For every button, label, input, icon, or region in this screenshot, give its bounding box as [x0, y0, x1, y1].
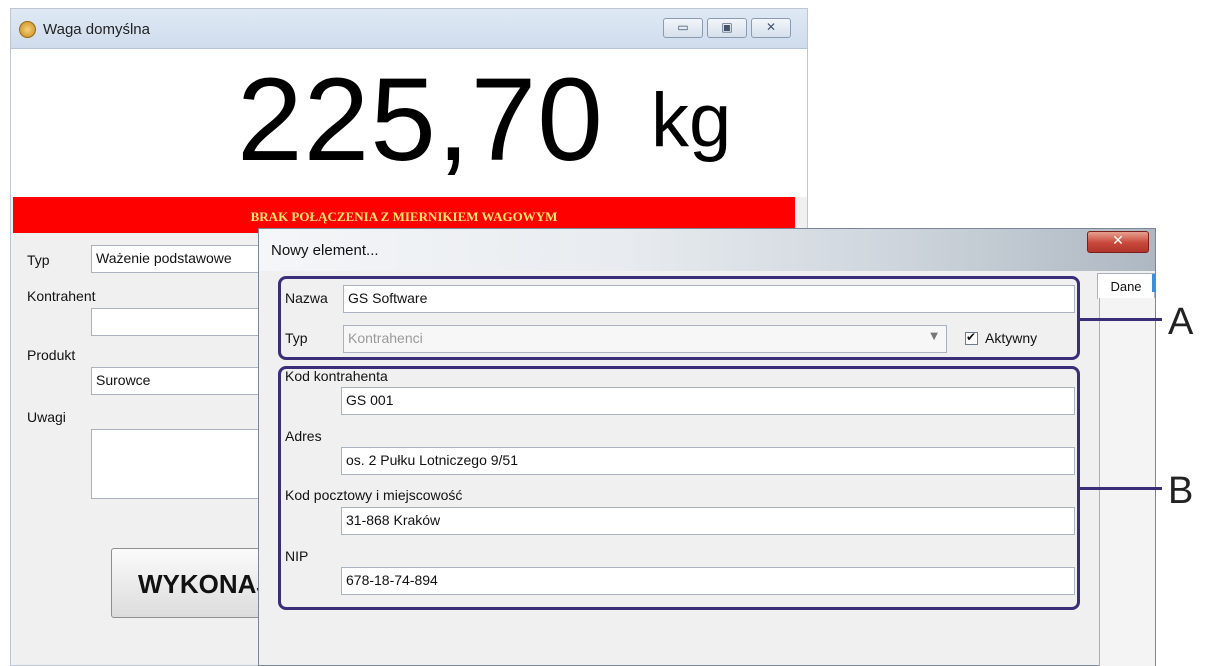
- uwagi-label: Uwagi: [27, 409, 66, 425]
- callout-box-a: [278, 276, 1080, 360]
- execute-button-label: WYKONAJ: [138, 569, 271, 599]
- maximize-button[interactable]: ▣: [707, 18, 747, 38]
- dialog-title: Nowy element...: [271, 242, 379, 259]
- connection-status-text: BRAK POŁĄCZENIA Z MIERNIKIEM WAGOWYM: [250, 209, 558, 224]
- close-icon: ✕: [765, 20, 777, 34]
- scale-window-titlebar[interactable]: Waga domyślna ▭ ▣ ✕: [11, 9, 807, 49]
- weight-unit: kg: [651, 78, 732, 163]
- kontrahent-field[interactable]: [91, 308, 271, 336]
- weight-value: 225,70: [237, 54, 604, 186]
- callout-label-b: B: [1168, 470, 1194, 512]
- tab-panel: [1099, 298, 1155, 666]
- scale-window-title: Waga domyślna: [43, 21, 150, 38]
- dialog-titlebar[interactable]: Nowy element... ✕: [259, 229, 1155, 271]
- close-icon: ✕: [1112, 233, 1124, 249]
- produkt-label: Produkt: [27, 347, 76, 363]
- maximize-icon: ▣: [721, 20, 733, 34]
- callout-line-a: [1080, 318, 1162, 321]
- close-button[interactable]: ✕: [751, 18, 791, 38]
- minimize-icon: ▭: [677, 20, 689, 34]
- uwagi-field[interactable]: [91, 429, 271, 499]
- weight-display: 225,70 kg: [11, 49, 807, 197]
- produkt-field[interactable]: Surowce: [91, 367, 271, 395]
- tab-active-accent: [1152, 274, 1155, 292]
- typ-label: Typ: [27, 252, 50, 268]
- dialog-close-button[interactable]: ✕: [1087, 231, 1149, 253]
- callout-box-b: [278, 366, 1080, 610]
- typ-field[interactable]: Ważenie podstawowe: [91, 245, 271, 273]
- tab-dane[interactable]: Dane: [1097, 273, 1155, 299]
- callout-label-a: A: [1168, 301, 1194, 343]
- callout-line-b: [1080, 487, 1162, 490]
- scale-app-icon: [19, 21, 36, 38]
- minimize-button[interactable]: ▭: [663, 18, 703, 38]
- kontrahent-label: Kontrahent: [27, 288, 96, 304]
- tab-dane-label: Dane: [1110, 279, 1142, 294]
